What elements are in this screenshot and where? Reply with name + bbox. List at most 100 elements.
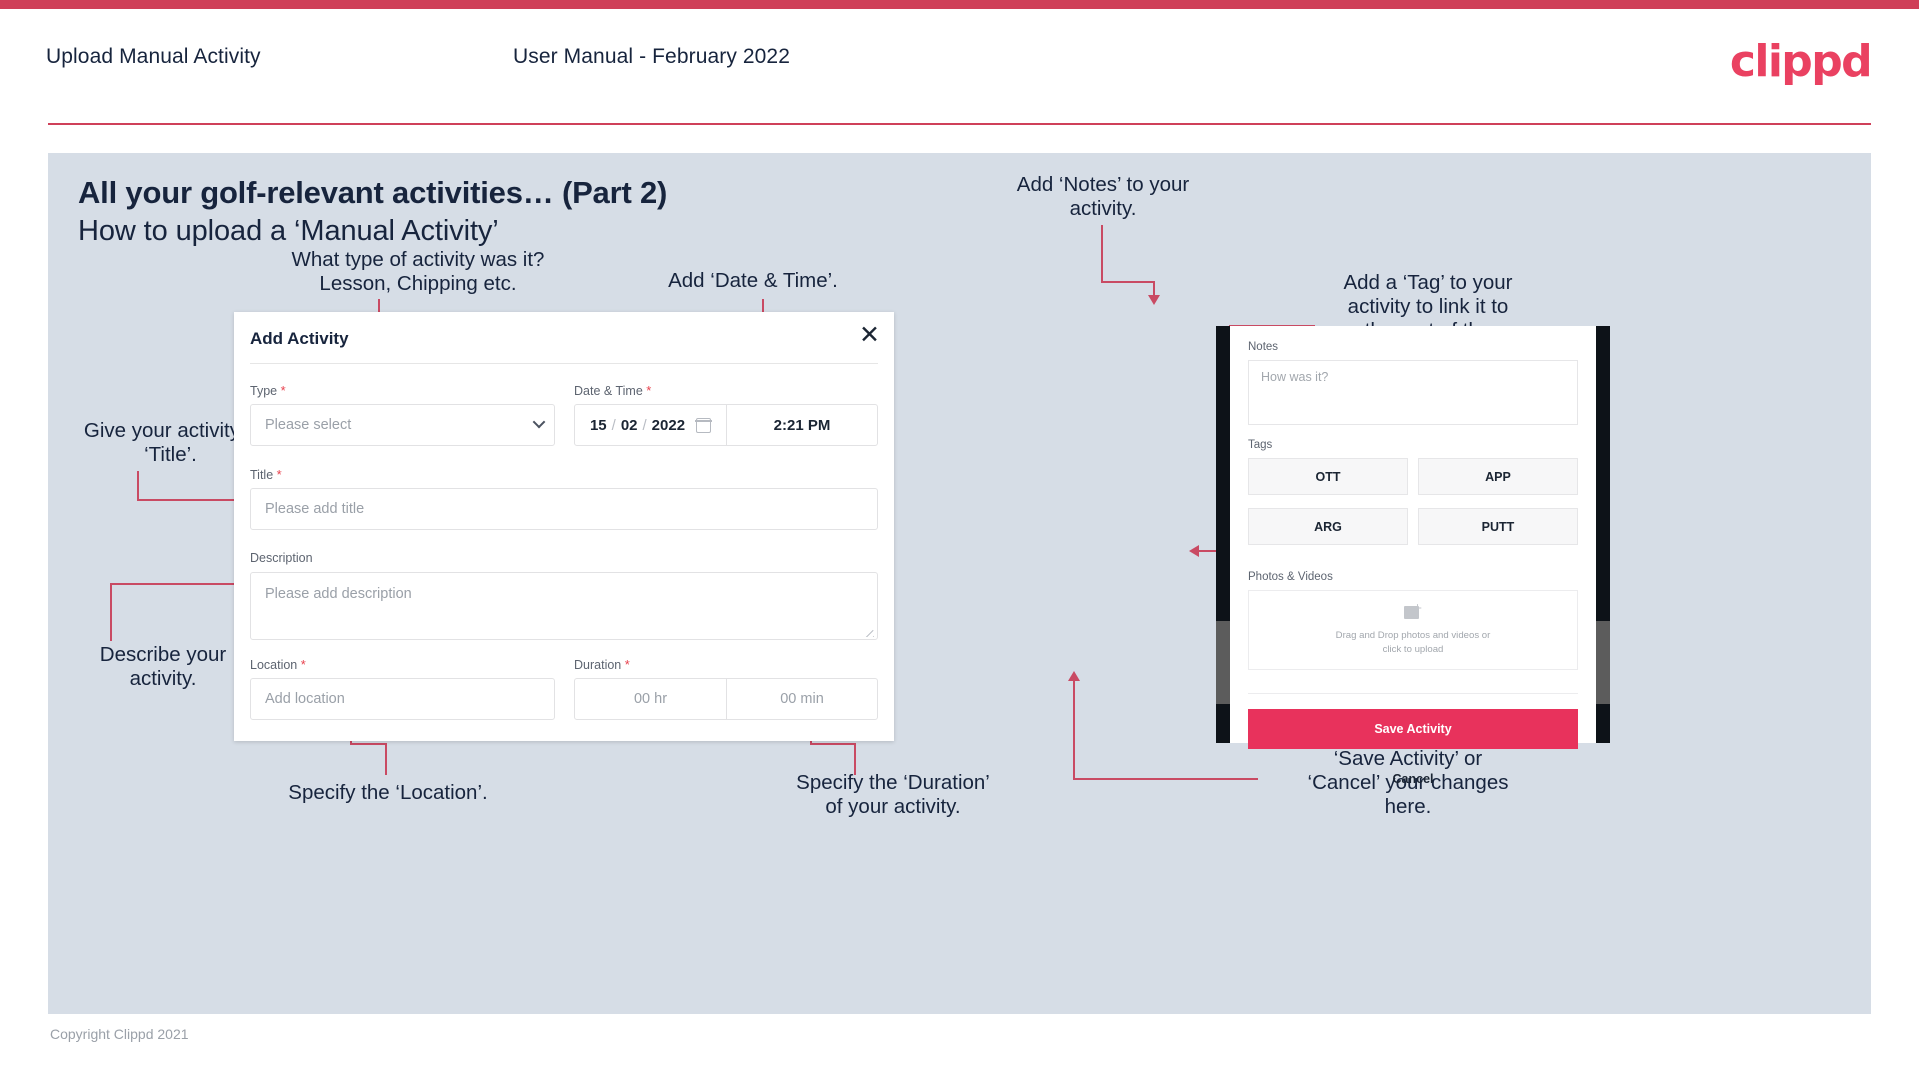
save-activity-label: Save Activity	[1374, 722, 1452, 736]
type-label: Type *	[250, 383, 286, 398]
date-input[interactable]: 15 / 02 / 2022	[575, 405, 727, 445]
phone-bezel-right	[1596, 326, 1610, 743]
footer-copyright: Copyright Clippd 2021	[50, 1026, 189, 1042]
duration-minutes-input[interactable]: 00 min	[727, 679, 877, 719]
tag-label-ott: OTT	[1315, 469, 1341, 484]
title-input-placeholder: Please add title	[265, 501, 365, 517]
type-select-placeholder: Please select	[265, 417, 352, 433]
date-sep-1: /	[611, 416, 616, 434]
annotation-tag-line1: Add a ‘Tag’ to your	[1343, 271, 1513, 294]
notes-input[interactable]: How was it?	[1248, 360, 1578, 425]
title-label-text: Title	[250, 468, 274, 482]
duration-minutes-placeholder: 00 min	[780, 691, 824, 707]
location-label-text: Location	[250, 658, 298, 672]
annotation-notes: Add ‘Notes’ to your activity.	[978, 173, 1228, 221]
tag-label-putt: PUTT	[1481, 519, 1515, 534]
add-image-icon-plus: +	[1412, 600, 1423, 615]
date-sep-2: /	[642, 416, 647, 434]
annotation-notes-line1: Add ‘Notes’ to your	[1016, 173, 1190, 196]
date-month: 02	[620, 416, 638, 434]
phone-bezel-left	[1216, 326, 1230, 743]
tag-label-arg: ARG	[1314, 519, 1342, 534]
connector-duration-vertical	[854, 743, 856, 775]
save-activity-button[interactable]: Save Activity	[1248, 709, 1578, 749]
type-required-mark: *	[280, 383, 286, 398]
cancel-button[interactable]: Cancel	[1248, 768, 1578, 790]
annotation-save-line3: here.	[1384, 795, 1432, 819]
photos-videos-label: Photos & Videos	[1248, 571, 1333, 583]
annotation-type-line1: What type of activity was it?	[291, 248, 545, 271]
connector-location-horizontal	[350, 743, 387, 745]
tag-button-putt[interactable]: PUTT	[1418, 508, 1578, 545]
phone-screen: Notes How was it? Tags OTT APP ARG PUTT …	[1230, 326, 1596, 786]
dropzone-line2: click to upload	[1382, 643, 1444, 655]
location-input-placeholder: Add location	[265, 691, 345, 707]
tag-button-ott[interactable]: OTT	[1248, 458, 1408, 495]
description-placeholder: Please add description	[265, 586, 412, 602]
phone-bezel-right-bottom	[1596, 704, 1610, 743]
notes-placeholder: How was it?	[1261, 370, 1329, 384]
description-label: Description	[250, 551, 313, 565]
connector-save-horizontal	[1073, 778, 1258, 780]
calendar-icon[interactable]	[695, 417, 712, 433]
connector-duration-horizontal	[810, 743, 856, 745]
connector-describe-vertical	[110, 583, 112, 641]
annotation-type: What type of activity was it? Lesson, Ch…	[263, 248, 573, 296]
duration-label-text: Duration	[574, 658, 622, 672]
title-required-mark: *	[276, 467, 282, 482]
title-label: Title *	[250, 467, 282, 482]
type-label-text: Type	[250, 384, 278, 398]
top-accent-bar	[0, 0, 1919, 9]
date-day: 15	[589, 416, 607, 434]
annotation-datetime-text: Add ‘Date & Time’.	[668, 269, 838, 292]
location-input[interactable]: Add location	[250, 678, 555, 720]
annotation-duration: Specify the ‘Duration’ of your activity.	[748, 771, 1038, 819]
chevron-down-icon	[532, 415, 546, 429]
annotation-type-line2: Lesson, Chipping etc.	[319, 272, 517, 296]
slide-root: Upload Manual Activity User Manual - Feb…	[0, 0, 1919, 1079]
resize-handle-icon[interactable]	[864, 627, 874, 637]
title-input[interactable]: Please add title	[250, 488, 878, 530]
add-activity-dialog: Add Activity ✕ Type * Please select Date…	[234, 312, 894, 741]
connector-describe-horizontal	[110, 583, 238, 585]
phone-bezel-right-top	[1596, 326, 1610, 621]
phone-side-button-left	[1216, 621, 1230, 704]
type-select[interactable]: Please select	[250, 404, 555, 446]
connector-notes-horizontal	[1101, 281, 1155, 283]
duration-field: 00 hr 00 min	[574, 678, 878, 720]
connector-notes-arrow	[1148, 295, 1160, 305]
cancel-label: Cancel	[1392, 772, 1434, 786]
phone-bezel-left-bottom	[1216, 704, 1230, 743]
phone-side-button-right	[1596, 621, 1610, 704]
duration-label: Duration *	[574, 657, 630, 672]
connector-save-arrow	[1068, 671, 1080, 681]
connector-upload-arrow	[1189, 545, 1199, 557]
duration-hours-placeholder: 00 hr	[633, 691, 668, 707]
annotation-datetime: Add ‘Date & Time’.	[618, 269, 888, 293]
tag-button-app[interactable]: APP	[1418, 458, 1578, 495]
connector-save-vertical	[1073, 681, 1075, 780]
datetime-required-mark: *	[646, 383, 652, 398]
location-label: Location *	[250, 657, 306, 672]
close-icon[interactable]: ✕	[859, 322, 880, 347]
dropzone-text: Drag and Drop photos and videos or click…	[1336, 629, 1491, 657]
description-label-text: Description	[250, 551, 313, 565]
description-textarea[interactable]: Please add description	[250, 572, 878, 640]
location-required-mark: *	[300, 657, 306, 672]
page-title: Upload Manual Activity	[46, 45, 261, 68]
slide-subheading: How to upload a ‘Manual Activity’	[78, 215, 499, 247]
time-input[interactable]: 2:21 PM	[727, 405, 877, 445]
datetime-label: Date & Time *	[574, 383, 651, 398]
tag-button-arg[interactable]: ARG	[1248, 508, 1408, 545]
dialog-divider	[250, 363, 878, 364]
clippd-logo: clippd	[1729, 36, 1873, 87]
tag-label-app: APP	[1485, 469, 1511, 484]
annotation-tag-line2: activity to link it to	[1347, 295, 1509, 319]
connector-location-vertical-2	[385, 743, 387, 775]
document-subtitle: User Manual - February 2022	[513, 45, 790, 68]
connector-notes-vertical	[1101, 225, 1103, 283]
photo-dropzone[interactable]: + Drag and Drop photos and videos or cli…	[1248, 590, 1578, 670]
duration-hours-input[interactable]: 00 hr	[575, 679, 727, 719]
time-value: 2:21 PM	[773, 416, 831, 434]
tags-label: Tags	[1248, 439, 1273, 451]
